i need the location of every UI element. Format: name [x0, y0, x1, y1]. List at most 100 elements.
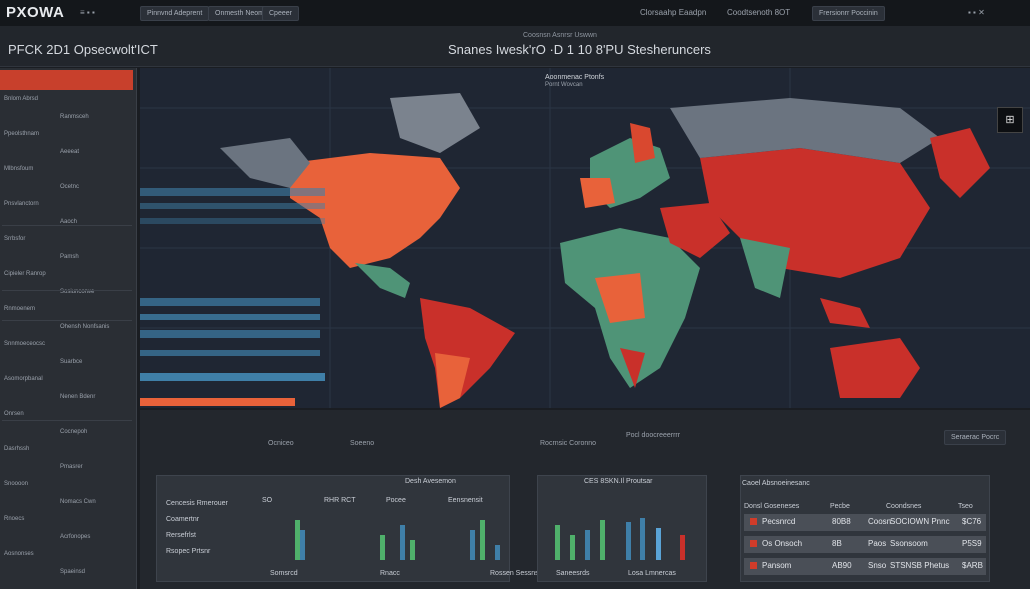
panel1-subhead: RHR RCT — [324, 497, 356, 504]
panel1-bar — [495, 545, 500, 560]
table-row[interactable]: Pecsnrcd 80B8 Coosn SOCIOWN Pnnc $C76 — [744, 514, 986, 531]
table-cell: 8B — [832, 539, 842, 548]
panel1-subhead: Pocee — [386, 497, 406, 504]
sidebar-item[interactable]: Aeeeat — [60, 149, 79, 159]
table-header: Coondsnes — [886, 503, 922, 510]
sidebar-item[interactable]: Aosnonses — [4, 551, 34, 561]
panel1-label: Rsopec Prtsnr — [166, 548, 211, 555]
panel1-bar — [380, 535, 385, 560]
panel2-bar — [626, 522, 631, 560]
map-sublabel: Pornt Wovcan — [545, 82, 583, 88]
status-icon — [750, 518, 757, 525]
map-label: Aoonmenac Ptonfs — [545, 74, 605, 81]
sidebar-item[interactable]: Bnlom Abrsd — [4, 96, 38, 106]
menu-icon[interactable]: ≡ ▪ ▪ — [80, 8, 95, 17]
headline-caption: Coosnsn Asnrsr Uswwn — [523, 32, 597, 39]
sidebar-divider — [2, 320, 132, 321]
table-cell: P5S9 — [962, 539, 982, 548]
sidebar-item[interactable]: Spaeinsd — [60, 569, 85, 579]
sidebar-item[interactable]: Snoooon — [4, 481, 28, 491]
stats-panel-1 — [156, 475, 510, 582]
top-nav-item-3[interactable]: Cpeeer — [262, 6, 299, 21]
panel2-footer: Saneesrds — [556, 570, 590, 577]
tab-4[interactable]: Pocl doocreeerrrr — [626, 432, 680, 439]
brand-title: PFCK 2D1 Opsecwolt'ICT — [8, 42, 158, 57]
top-right-item-3[interactable]: Frersionrr Poccinin — [812, 6, 885, 21]
sidebar-item[interactable]: Suarbce — [60, 359, 82, 369]
panel1-footer: Rnacc — [380, 570, 400, 577]
tab-1[interactable]: Ocniceo — [268, 440, 294, 447]
sidebar-item[interactable]: Mlbnsfoum — [4, 166, 33, 176]
sidebar-item[interactable]: Pamsh — [60, 254, 79, 264]
tab-2[interactable]: Soeeno — [350, 440, 374, 447]
sidebar-item[interactable]: Pnsvlanctorn — [4, 201, 39, 211]
panel2-footer: Losa Lmnercas — [628, 570, 676, 577]
panel2-bar — [600, 520, 605, 560]
sidebar-item[interactable]: Ranmsceh — [60, 114, 89, 124]
table-cell: $C76 — [962, 517, 982, 526]
panel1-bar — [470, 530, 475, 560]
sidebar-item[interactable]: Asomorpbanal — [4, 376, 43, 386]
status-icon — [750, 562, 757, 569]
map-svg — [140, 68, 1030, 408]
panel2-bar — [555, 525, 560, 560]
sidebar-item[interactable]: Ocetnc — [60, 184, 79, 194]
sidebar-item[interactable]: Dasrhssh — [4, 446, 29, 456]
table-header: Pecbe — [830, 503, 850, 510]
sidebar-item[interactable]: Ohensh Nonfsanis — [60, 324, 109, 334]
table-cell: Os Onsoch — [762, 539, 803, 548]
table-row[interactable]: Os Onsoch 8B Paos Ssonsoom P5S9 — [744, 536, 986, 553]
panel1-title: Desh Avesemon — [405, 478, 456, 485]
world-map[interactable]: Aoonmenac Ptonfs Pornt Wovcan — [140, 68, 1030, 408]
sidebar-divider — [2, 225, 132, 226]
table-header: Tseo — [958, 503, 973, 510]
sidebar-item[interactable]: Aaoch — [60, 219, 77, 229]
panel2-bar — [585, 530, 590, 560]
sidebar-item[interactable]: Cipieler Ranrop — [4, 271, 46, 281]
sidebar-item[interactable]: Pmasrer — [60, 464, 83, 474]
sidebar-item[interactable]: Rnmoenem — [4, 306, 35, 316]
sidebar-item[interactable]: Nenen Bdenr — [60, 394, 95, 404]
table-cell: SOCIOWN Pnnc — [890, 517, 950, 526]
stats-panel-2 — [537, 475, 707, 582]
panel1-footer: Rossen Sessns — [490, 570, 539, 577]
table-cell: Pecsnrcd — [762, 517, 796, 526]
sidebar-item[interactable]: Cocnepoh — [60, 429, 87, 439]
top-nav-item-1[interactable]: Pinnvnd Adeprent — [140, 6, 210, 21]
sidebar-item[interactable]: Snnmoeceocsc — [4, 341, 45, 351]
table-cell: Coosn — [868, 517, 892, 526]
panel2-bar — [656, 528, 661, 560]
sidebar-item[interactable]: Rnoecs — [4, 516, 24, 526]
sidebar-active-header[interactable] — [0, 70, 133, 90]
table-cell: $ARB — [962, 561, 983, 570]
table-cell: Paos — [868, 539, 887, 548]
table-cell: STSNSB Phetus — [890, 561, 950, 570]
panel2-title: CES 8SKN.Il Proutsar — [584, 478, 653, 485]
panel2-bar — [680, 535, 685, 560]
table-cell: AB90 — [832, 561, 852, 570]
toggle-button[interactable]: Seraerac Pocrc — [944, 430, 1007, 445]
app-logo[interactable]: PXOWA — [6, 4, 64, 21]
panel1-bar — [300, 530, 305, 560]
sidebar-item[interactable]: Srrbsfor — [4, 236, 25, 246]
table-cell: Pansom — [762, 561, 792, 570]
sidebar-item[interactable]: Acrfonopes — [60, 534, 90, 544]
top-right-item-2[interactable]: Coodtsenoth 8OT — [727, 8, 790, 17]
table-cell: 80B8 — [832, 517, 851, 526]
top-right-item-1[interactable]: Clorsaahp Eaadpn — [640, 8, 706, 17]
table-header: Donsl Goseneses — [744, 503, 800, 510]
table-cell: Snso — [868, 561, 887, 570]
panel1-subhead: Eensnensit — [448, 497, 483, 504]
window-controls[interactable]: ▪ ▪ ✕ — [968, 8, 985, 17]
panel1-bar — [410, 540, 415, 560]
sidebar-item[interactable]: Nomacs Cwn — [60, 499, 96, 509]
panel1-bar — [480, 520, 485, 560]
sidebar-item[interactable]: Ppeolsthnam — [4, 131, 39, 141]
panel1-label: Coamertnr — [166, 516, 200, 523]
panel1-subhead: SO — [262, 497, 273, 504]
panel1-bar — [400, 525, 405, 560]
map-zoom-button[interactable]: ⊞ — [997, 107, 1023, 133]
tab-3[interactable]: Rocrnsic Coronno — [540, 440, 596, 447]
table-row[interactable]: Pansom AB90 Snso STSNSB Phetus $ARB — [744, 558, 986, 575]
panel1-label: Cencesis Rmerouer — [166, 500, 228, 507]
